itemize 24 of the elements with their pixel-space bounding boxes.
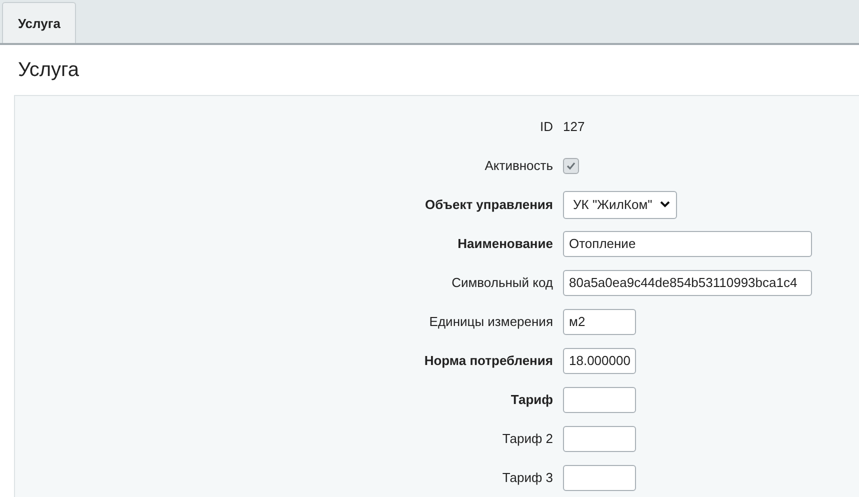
field-label: ID [540,119,553,134]
input-field[interactable] [563,464,636,490]
input-field[interactable] [563,386,636,412]
chevron-down-icon [660,201,670,208]
id-value: 127 [563,119,585,134]
input-field[interactable]: Отопление [563,230,812,256]
active-checkbox[interactable] [563,158,579,174]
input-field[interactable]: 80a5a0ea9c44de854b53110993bca1c4 [563,270,812,296]
tab[interactable]: Услуга [2,2,76,43]
field-label: Активность [484,158,553,173]
field-label: Объект управления [425,197,553,212]
field-label: Тариф [510,392,553,407]
field-label: Тариф 2 [502,431,553,446]
checkmark-icon [566,160,576,170]
input-field[interactable] [563,426,636,452]
field-label: Наименование [458,236,553,251]
page-title: Услуга [17,58,80,83]
select-field[interactable]: УК "ЖилКом" [563,190,678,218]
input-field[interactable]: 18.000000 [563,348,636,374]
field-label: Норма потребления [424,353,553,368]
field-label: Тариф 3 [502,470,553,485]
input-field[interactable]: м2 [563,308,636,334]
field-label: Единицы измерения [429,314,553,329]
field-label: Символьный код [452,275,553,290]
